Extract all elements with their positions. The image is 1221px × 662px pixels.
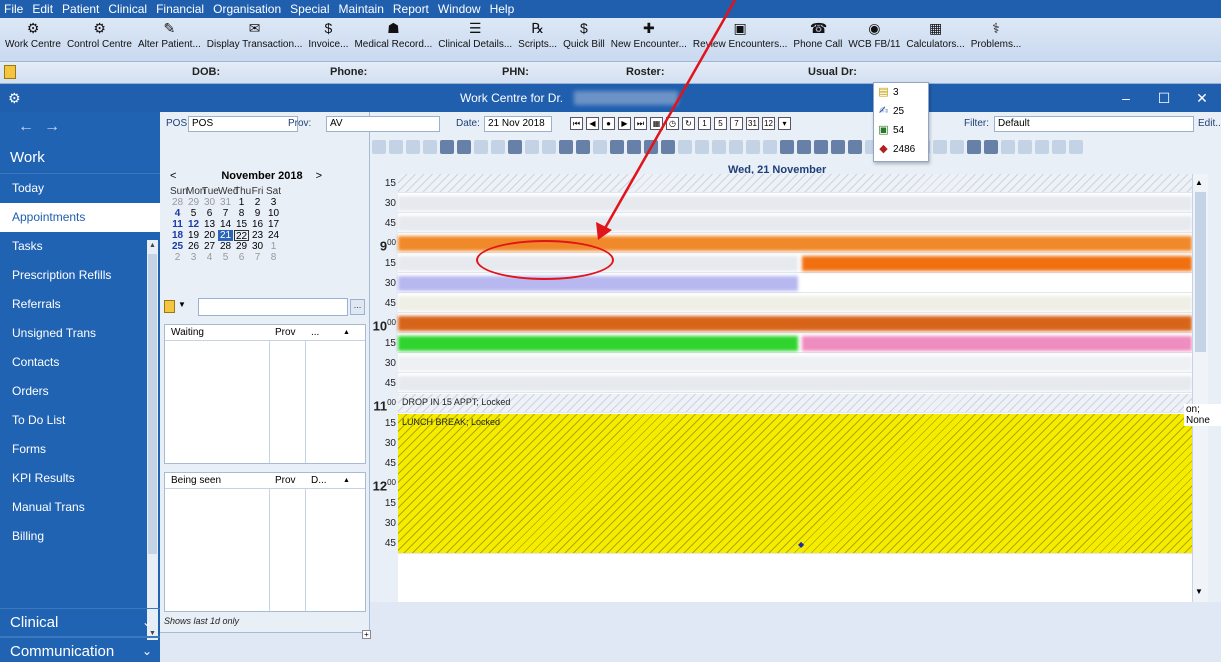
- app-window: File Edit Patient Clinical Financial Organisa…: [0, 0, 1221, 662]
- annotation-arrow: [596, 0, 737, 240]
